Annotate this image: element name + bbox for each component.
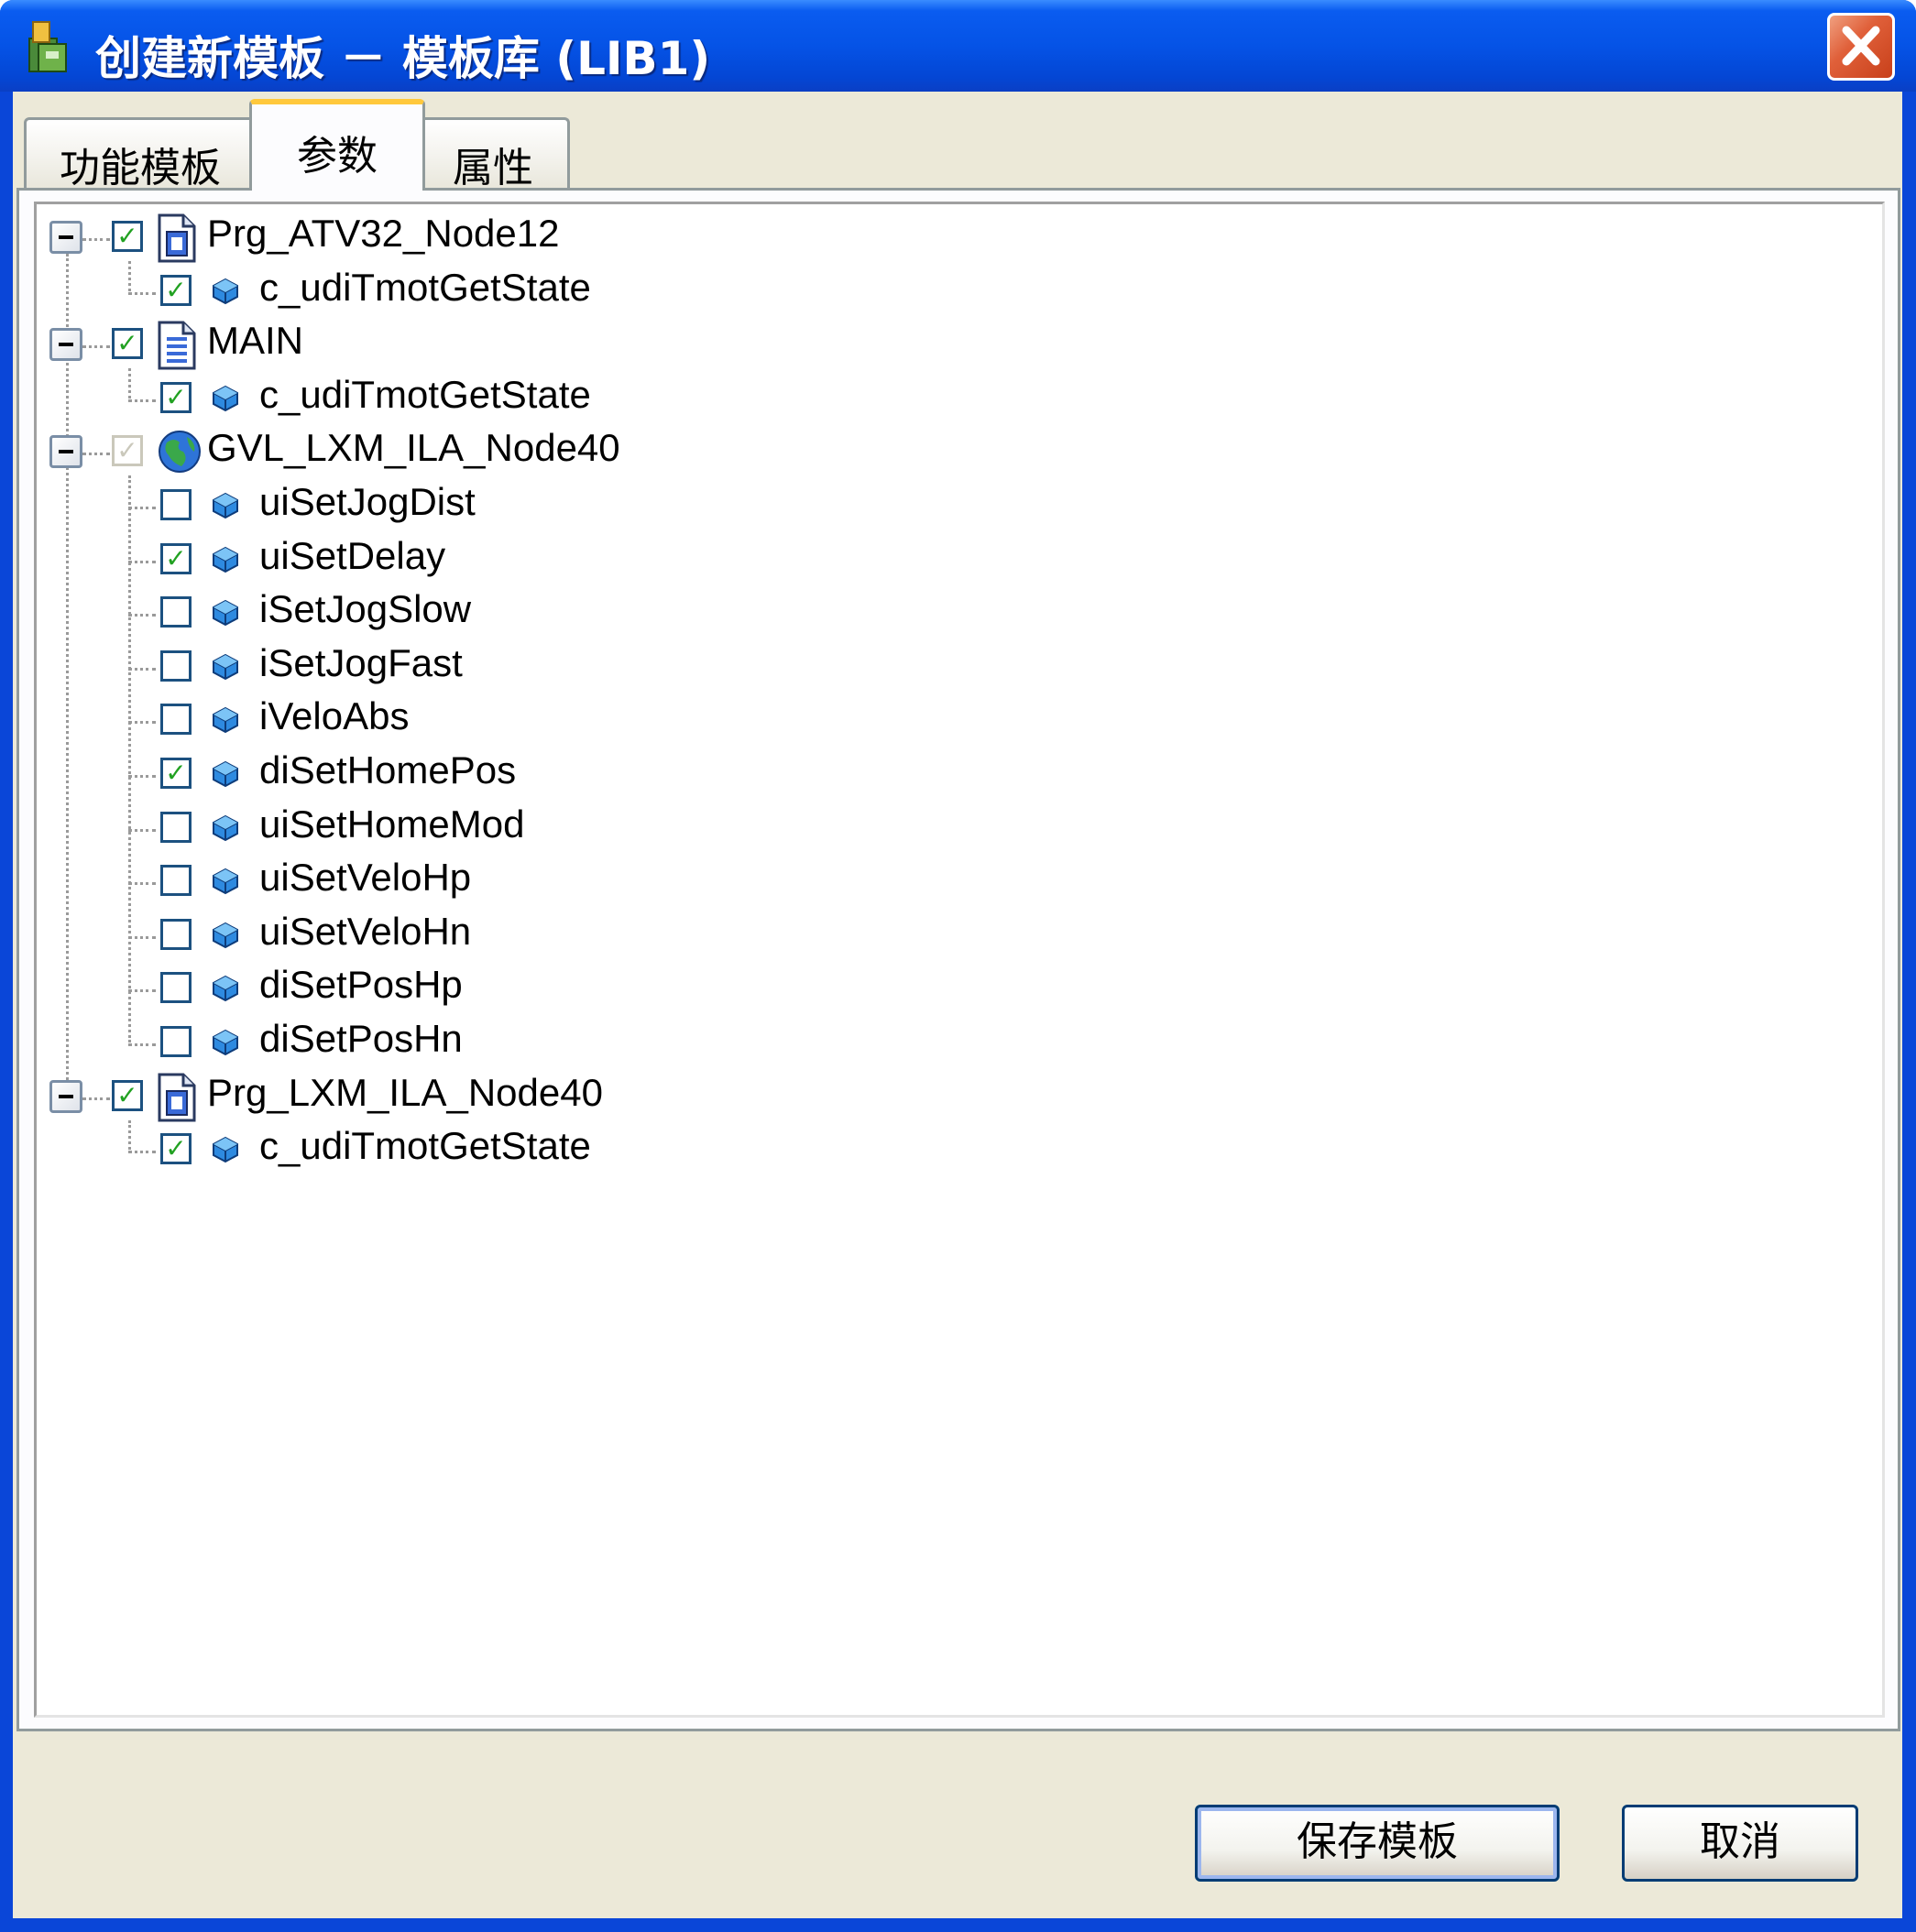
variable-icon [211, 867, 240, 900]
parameter-tree[interactable]: ✓ Prg_ATV32_Node12 ✓ c_udiTmotGetState ✓ MAIN… [34, 202, 1885, 1718]
globe-icon [156, 428, 203, 479]
tree-group-label[interactable]: Prg_ATV32_Node12 [207, 212, 559, 256]
variable-icon [211, 545, 240, 578]
tree-item-label[interactable]: iVeloAbs [259, 694, 409, 738]
variable-icon [211, 974, 240, 1007]
tree-item-label[interactable]: uiSetVeloHp [259, 856, 471, 900]
variable-icon [211, 384, 240, 417]
group-checkbox[interactable]: ✓ [112, 1079, 143, 1111]
parameter-checkbox[interactable] [160, 811, 192, 843]
tree-item-label[interactable]: c_udiTmotGetState [259, 373, 591, 417]
tree-line [128, 398, 156, 402]
tree-item-label[interactable]: c_udiTmotGetState [259, 266, 591, 310]
group-checkbox[interactable]: ✓ [112, 328, 143, 360]
tree-line [82, 238, 110, 241]
parameter-checkbox[interactable] [160, 865, 192, 897]
collapse-toggle[interactable] [49, 328, 82, 362]
tree-group-label[interactable]: Prg_LXM_ILA_Node40 [207, 1071, 603, 1115]
tree-line [128, 614, 156, 617]
tab-parameters[interactable]: 参数 [249, 99, 425, 191]
variable-icon [211, 598, 240, 631]
tree-line [66, 254, 69, 1113]
save-template-label: 保存模板 [1297, 1818, 1458, 1865]
tree-item-label[interactable]: uiSetVeloHn [259, 910, 471, 954]
tree-line [128, 935, 156, 939]
window-title: 创建新模板 － 模板库 (LIB1) [95, 32, 711, 85]
parameter-checkbox[interactable] [160, 972, 192, 1004]
tab-function-template[interactable]: 功能模板 [24, 117, 257, 191]
tree-line [128, 1151, 156, 1154]
tree-line [82, 1097, 110, 1100]
tree-line [128, 828, 156, 832]
tree-line [128, 560, 156, 563]
parameter-checkbox[interactable] [160, 596, 192, 628]
close-icon [1842, 26, 1880, 66]
collapse-toggle[interactable] [49, 435, 82, 469]
variable-icon [211, 652, 240, 685]
save-template-button[interactable]: 保存模板 [1195, 1805, 1560, 1882]
parameter-checkbox[interactable]: ✓ [160, 1133, 192, 1165]
parameter-checkbox[interactable]: ✓ [160, 381, 192, 413]
document-icon [156, 321, 198, 374]
tab-label: 功能模板 [60, 145, 221, 191]
group-checkbox[interactable]: ✓ [112, 435, 143, 467]
parameter-checkbox[interactable] [160, 649, 192, 682]
variable-icon [211, 1028, 240, 1061]
tree-line [128, 989, 156, 993]
template-library-icon [28, 21, 67, 72]
variable-icon [211, 759, 240, 792]
tree-item-label[interactable]: iSetJogSlow [259, 587, 471, 631]
group-checkbox[interactable]: ✓ [112, 221, 143, 252]
tree-item-label[interactable]: uiSetHomeMod [259, 802, 524, 846]
tree-line [82, 453, 110, 456]
tree-item-label[interactable]: diSetPosHp [259, 963, 463, 1007]
dialog-window: 创建新模板 － 模板库 (LIB1) 功能模板 参数 属性 ✓ Prg_ATV32… [0, 0, 1916, 1932]
tree-line [128, 1043, 156, 1046]
tree-line [128, 261, 131, 291]
tree-line [128, 368, 131, 398]
tree-item-label[interactable]: iSetJogFast [259, 641, 463, 685]
variable-icon [211, 813, 240, 846]
tree-line [128, 1119, 131, 1151]
program-icon [156, 1073, 198, 1126]
variable-icon [211, 277, 240, 310]
tab-label: 属性 [453, 145, 533, 191]
tree-item-label[interactable]: uiSetDelay [259, 534, 445, 578]
tree-item-label[interactable]: c_udiTmotGetState [259, 1124, 591, 1168]
program-icon [156, 213, 198, 267]
variable-icon [211, 705, 240, 738]
collapse-toggle[interactable] [49, 221, 82, 254]
tab-panel: ✓ Prg_ATV32_Node12 ✓ c_udiTmotGetState ✓ MAIN… [16, 188, 1900, 1731]
tree-item-label[interactable]: diSetPosHn [259, 1017, 463, 1061]
variable-icon [211, 491, 240, 524]
parameter-checkbox[interactable] [160, 1026, 192, 1057]
tree-item-label[interactable]: uiSetJogDist [259, 480, 476, 524]
dialog-client-area: 功能模板 参数 属性 ✓ Prg_ATV32_Node12 ✓ c_udiTmotGe… [13, 92, 1902, 1918]
tree-item-label[interactable]: diSetHomePos [259, 748, 516, 792]
variable-icon [211, 1135, 240, 1168]
tree-line [128, 775, 156, 778]
tree-line [128, 291, 156, 295]
parameter-checkbox[interactable]: ✓ [160, 542, 192, 574]
tree-line [82, 345, 110, 349]
cancel-button[interactable]: 取消 [1622, 1805, 1858, 1882]
tree-group-label[interactable]: GVL_LXM_ILA_Node40 [207, 426, 620, 470]
variable-icon [211, 921, 240, 954]
tree-line [128, 667, 156, 671]
cancel-label: 取消 [1700, 1818, 1780, 1865]
tree-line [128, 721, 156, 725]
collapse-toggle[interactable] [49, 1079, 82, 1113]
parameter-checkbox[interactable] [160, 489, 192, 520]
close-button[interactable] [1827, 13, 1895, 81]
parameter-checkbox[interactable]: ✓ [160, 758, 192, 789]
parameter-checkbox[interactable] [160, 704, 192, 736]
parameter-checkbox[interactable]: ✓ [160, 274, 192, 306]
tree-line [128, 507, 156, 509]
tree-group-label[interactable]: MAIN [207, 319, 303, 363]
parameter-checkbox[interactable] [160, 918, 192, 950]
tab-label: 参数 [297, 133, 378, 180]
tree-line [128, 882, 156, 886]
tab-properties[interactable]: 属性 [416, 117, 570, 191]
title-bar[interactable]: 创建新模板 － 模板库 (LIB1) [0, 0, 1916, 92]
